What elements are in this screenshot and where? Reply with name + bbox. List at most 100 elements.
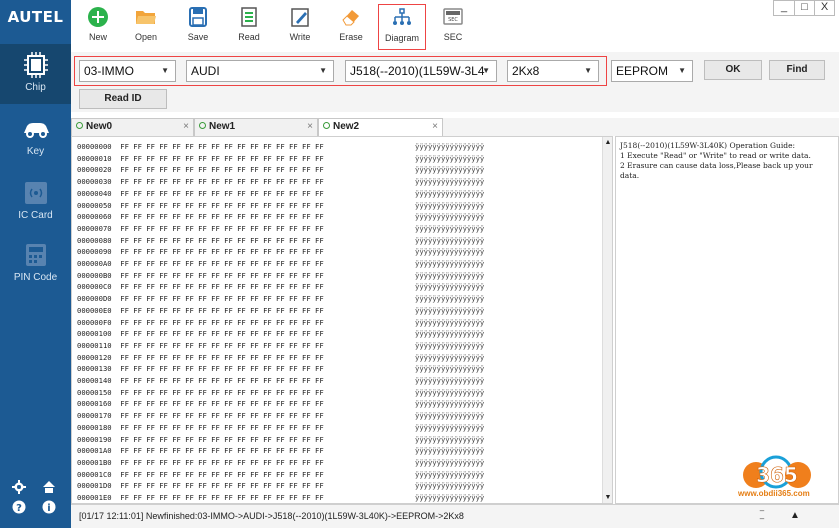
- chevron-down-icon: ▼: [161, 66, 169, 75]
- hex-ascii: ÿÿÿÿÿÿÿÿÿÿÿÿÿÿÿÿ: [415, 340, 485, 350]
- save-label: Save: [187, 32, 209, 42]
- save-button[interactable]: Save: [174, 4, 222, 50]
- tab-new0[interactable]: New0 ×: [71, 118, 194, 136]
- read-button[interactable]: Read: [225, 4, 273, 50]
- hex-scrollbar[interactable]: ▲ ▼: [602, 137, 612, 503]
- hex-row[interactable]: 00000120 FF FF FF FF FF FF FF FF FF FF F…: [77, 353, 324, 363]
- hex-editor[interactable]: 00000000 FF FF FF FF FF FF FF FF FF FF F…: [71, 136, 613, 504]
- hex-row[interactable]: 00000190 FF FF FF FF FF FF FF FF FF FF F…: [77, 435, 324, 445]
- sec-icon: SEC: [443, 8, 463, 25]
- chip-type-value: EEPROM: [616, 64, 669, 78]
- hex-row[interactable]: 00000000 FF FF FF FF FF FF FF FF FF FF F…: [77, 142, 324, 152]
- hex-row[interactable]: 00000040 FF FF FF FF FF FF FF FF FF FF F…: [77, 189, 324, 199]
- guide-line: 2 Erasure can cause data loss,Please bac…: [620, 161, 813, 180]
- status-dot-icon: [323, 122, 330, 129]
- sidebar-item-pin-code[interactable]: PIN Code: [0, 234, 71, 294]
- close-tab-icon[interactable]: ×: [432, 119, 438, 135]
- close-tab-icon[interactable]: ×: [183, 119, 189, 135]
- hex-ascii: ÿÿÿÿÿÿÿÿÿÿÿÿÿÿÿÿ: [415, 188, 485, 198]
- size-select[interactable]: 2Kx8 ▼: [507, 60, 599, 82]
- hex-row[interactable]: 00000110 FF FF FF FF FF FF FF FF FF FF F…: [77, 341, 324, 351]
- hex-ascii: ÿÿÿÿÿÿÿÿÿÿÿÿÿÿÿÿ: [415, 446, 485, 456]
- hex-row[interactable]: 00000130 FF FF FF FF FF FF FF FF FF FF F…: [77, 364, 324, 374]
- scroll-up-icon[interactable]: ▲: [604, 139, 612, 146]
- home-icon[interactable]: [42, 480, 56, 494]
- hex-row[interactable]: 000000F0 FF FF FF FF FF FF FF FF FF FF F…: [77, 318, 324, 328]
- hex-row[interactable]: 000000E0 FF FF FF FF FF FF FF FF FF FF F…: [77, 306, 324, 316]
- guide-line: 1 Execute "Read" or "Write" to read or w…: [620, 151, 811, 160]
- hex-row[interactable]: 00000020 FF FF FF FF FF FF FF FF FF FF F…: [77, 165, 324, 175]
- selection-bar: 03-IMMO ▼ AUDI ▼ J518(--2010)(1L59W-3L4 …: [71, 52, 839, 112]
- hex-row[interactable]: 00000080 FF FF FF FF FF FF FF FF FF FF F…: [77, 236, 324, 246]
- sidebar-item-ic-card[interactable]: IC Card: [0, 172, 71, 232]
- category-select[interactable]: 03-IMMO ▼: [79, 60, 176, 82]
- hex-row[interactable]: 000001E0 FF FF FF FF FF FF FF FF FF FF F…: [77, 493, 324, 503]
- sec-button[interactable]: SEC SEC: [429, 4, 477, 50]
- ok-button[interactable]: OK: [704, 60, 762, 80]
- hex-ascii: ÿÿÿÿÿÿÿÿÿÿÿÿÿÿÿÿ: [415, 399, 485, 409]
- close-button[interactable]: X: [814, 1, 834, 15]
- hex-row[interactable]: 00000060 FF FF FF FF FF FF FF FF FF FF F…: [77, 212, 324, 222]
- hex-row[interactable]: 00000100 FF FF FF FF FF FF FF FF FF FF F…: [77, 329, 324, 339]
- hex-ascii: ÿÿÿÿÿÿÿÿÿÿÿÿÿÿÿÿ: [415, 376, 485, 385]
- info-icon[interactable]: i: [42, 500, 56, 514]
- hex-ascii: ÿÿÿÿÿÿÿÿÿÿÿÿÿÿÿÿ: [415, 223, 485, 233]
- scroll-down-icon[interactable]: ▼: [604, 494, 612, 501]
- splitter-icon[interactable]: – –: [755, 507, 769, 525]
- watermark-url: www.obdii365.com: [738, 489, 810, 498]
- hex-row[interactable]: 000001C0 FF FF FF FF FF FF FF FF FF FF F…: [77, 470, 324, 480]
- hex-row[interactable]: 000000D0 FF FF FF FF FF FF FF FF FF FF F…: [77, 294, 324, 304]
- hex-row[interactable]: 000000A0 FF FF FF FF FF FF FF FF FF FF F…: [77, 259, 324, 269]
- hex-row[interactable]: 00000170 FF FF FF FF FF FF FF FF FF FF F…: [77, 411, 324, 421]
- new-button[interactable]: New: [74, 4, 122, 50]
- diagram-button[interactable]: Diagram: [378, 4, 426, 50]
- hex-row[interactable]: 000001B0 FF FF FF FF FF FF FF FF FF FF F…: [77, 458, 324, 468]
- gear-icon[interactable]: [12, 480, 26, 494]
- hex-row[interactable]: 000001D0 FF FF FF FF FF FF FF FF FF FF F…: [77, 481, 324, 491]
- open-label: Open: [134, 32, 158, 42]
- hex-row[interactable]: 00000160 FF FF FF FF FF FF FF FF FF FF F…: [77, 399, 324, 409]
- chip-type-select[interactable]: EEPROM ▼: [611, 60, 693, 82]
- hex-row[interactable]: 00000140 FF FF FF FF FF FF FF FF FF FF F…: [77, 376, 324, 386]
- hex-ascii: ÿÿÿÿÿÿÿÿÿÿÿÿÿÿÿÿ: [415, 142, 485, 151]
- tab-new2[interactable]: New2 ×: [318, 118, 443, 136]
- hex-row[interactable]: 000000C0 FF FF FF FF FF FF FF FF FF FF F…: [77, 282, 324, 292]
- erase-button[interactable]: Erase: [327, 4, 375, 50]
- find-button[interactable]: Find: [769, 60, 825, 80]
- brand-select[interactable]: AUDI ▼: [186, 60, 334, 82]
- maximize-button[interactable]: □: [794, 1, 814, 15]
- write-button[interactable]: Write: [276, 4, 324, 50]
- tab-label: New0: [86, 121, 113, 132]
- sidebar-item-chip[interactable]: Chip: [0, 44, 71, 104]
- category-value: 03-IMMO: [84, 64, 135, 78]
- model-select[interactable]: J518(--2010)(1L59W-3L4 ▼: [345, 60, 497, 82]
- hex-ascii: ÿÿÿÿÿÿÿÿÿÿÿÿÿÿÿÿ: [415, 481, 485, 491]
- guide-title: J518(--2010)(1L59W-3L40K) Operation Guid…: [620, 141, 796, 150]
- operation-guide: J518(--2010)(1L59W-3L40K) Operation Guid…: [615, 136, 839, 504]
- window-controls: _ □ X: [773, 0, 835, 16]
- hex-ascii: ÿÿÿÿÿÿÿÿÿÿÿÿÿÿÿÿ: [415, 235, 485, 245]
- hex-row[interactable]: 00000050 FF FF FF FF FF FF FF FF FF FF F…: [77, 201, 324, 211]
- hex-row[interactable]: 00000070 FF FF FF FF FF FF FF FF FF FF F…: [77, 224, 324, 234]
- hex-row[interactable]: 000000B0 FF FF FF FF FF FF FF FF FF FF F…: [77, 271, 324, 281]
- close-tab-icon[interactable]: ×: [307, 119, 313, 135]
- read-id-button[interactable]: Read ID: [79, 89, 167, 109]
- hex-row[interactable]: 00000010 FF FF FF FF FF FF FF FF FF FF F…: [77, 154, 324, 164]
- new-label: New: [88, 32, 107, 42]
- hex-ascii: ÿÿÿÿÿÿÿÿÿÿÿÿÿÿÿÿ: [415, 200, 485, 210]
- hex-row[interactable]: 00000150 FF FF FF FF FF FF FF FF FF FF F…: [77, 388, 324, 398]
- tab-new1[interactable]: New1 ×: [194, 118, 318, 136]
- open-button[interactable]: Open: [122, 4, 170, 50]
- sidebar-item-key[interactable]: Key: [0, 108, 71, 168]
- sec-label: SEC: [443, 32, 463, 42]
- tab-label: New2: [333, 121, 360, 132]
- minimize-button[interactable]: _: [774, 1, 794, 15]
- open-icon: [136, 11, 156, 24]
- read-icon: [241, 7, 257, 27]
- hex-row[interactable]: 00000090 FF FF FF FF FF FF FF FF FF FF F…: [77, 247, 324, 257]
- hex-row[interactable]: 000001A0 FF FF FF FF FF FF FF FF FF FF F…: [77, 446, 324, 456]
- hex-row[interactable]: 00000180 FF FF FF FF FF FF FF FF FF FF F…: [77, 423, 324, 433]
- expand-up-icon[interactable]: ▲: [790, 505, 800, 527]
- hex-row[interactable]: 00000030 FF FF FF FF FF FF FF FF FF FF F…: [77, 177, 324, 187]
- help-icon[interactable]: ?: [12, 500, 26, 514]
